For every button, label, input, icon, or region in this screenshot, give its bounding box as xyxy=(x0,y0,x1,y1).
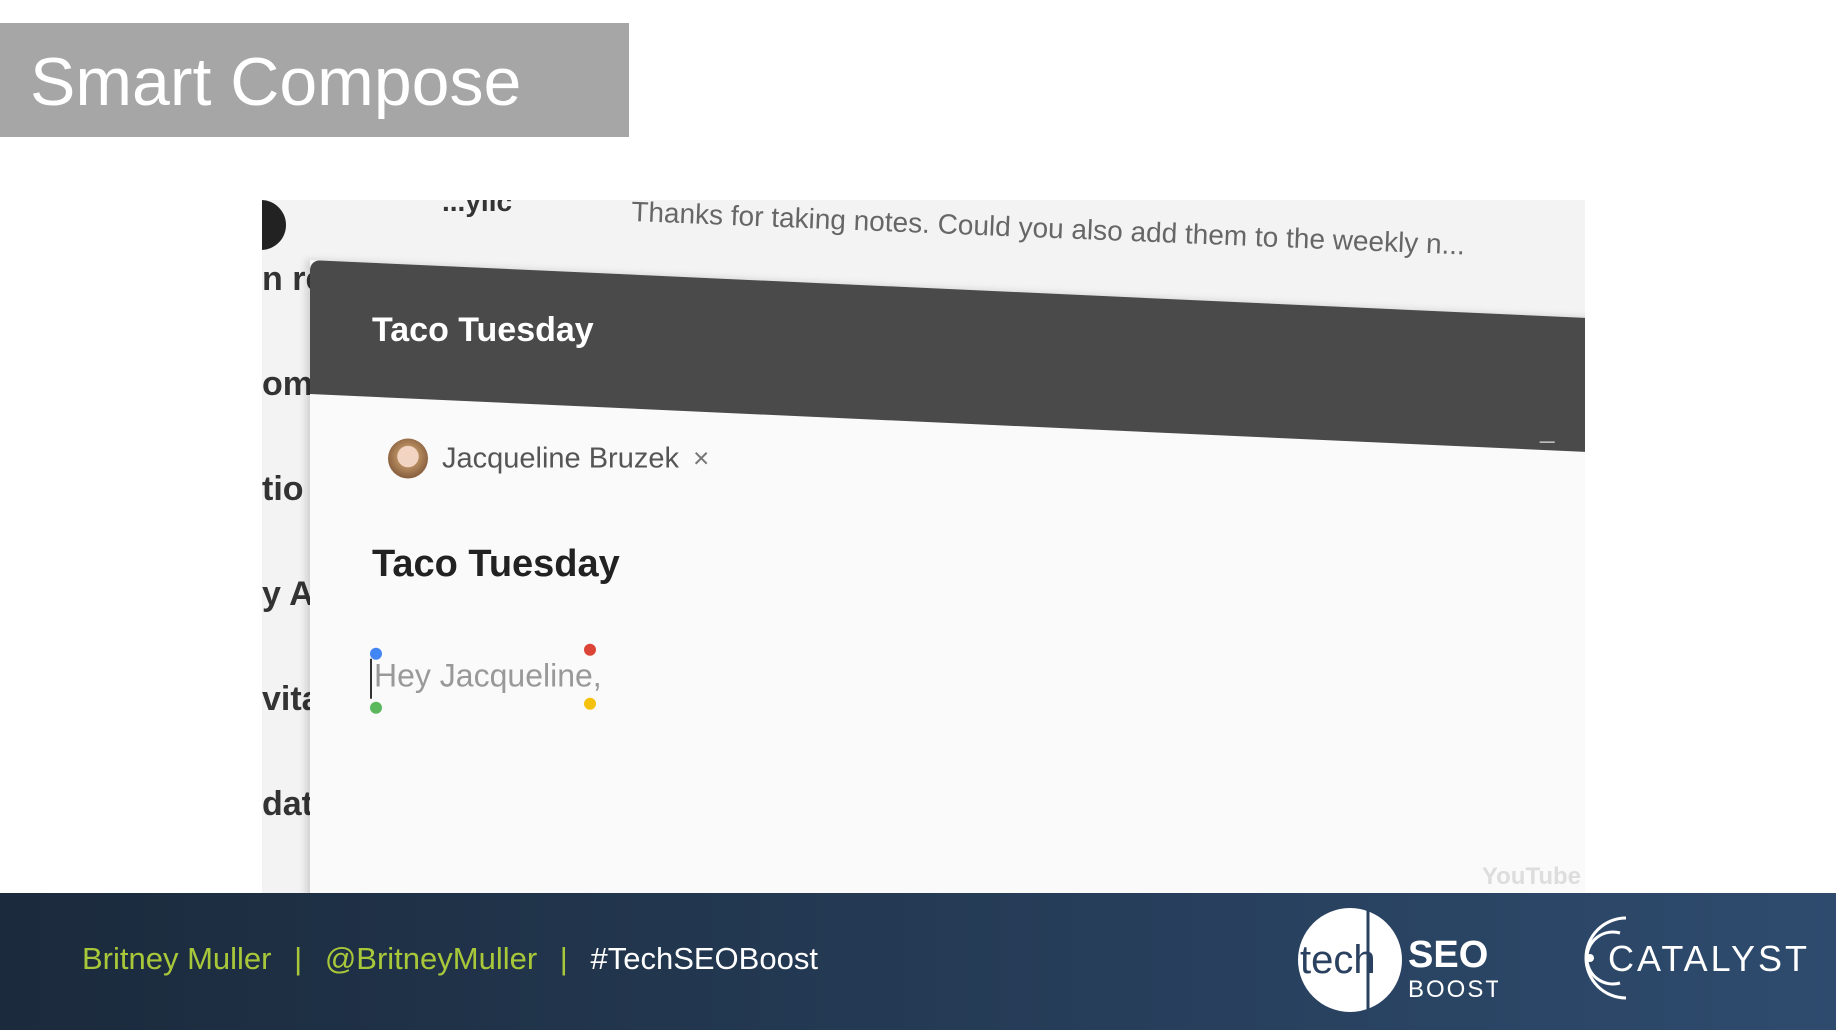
speaker-name: Britney Muller xyxy=(82,941,272,976)
speaker-credits: Britney Muller | @BritneyMuller | #TechS… xyxy=(82,941,818,977)
recipient-name: Jacqueline Bruzek xyxy=(442,442,679,475)
minimize-icon[interactable]: _ xyxy=(1540,414,1554,445)
footer-bar: Britney Muller | @BritneyMuller | #TechS… xyxy=(0,893,1836,1030)
yellow-dot xyxy=(584,697,596,710)
compose-window: Taco Tuesday _ ⛶ Jacqueline Bruzek × Tac… xyxy=(310,260,1585,893)
recipient-chip[interactable]: Jacqueline Bruzek × xyxy=(388,438,709,479)
slide-title-box: Smart Compose xyxy=(0,23,629,137)
separator: | xyxy=(294,941,303,976)
gmail-screenshot: ...ylic Thanks for taking notes. Could y… xyxy=(262,200,1585,893)
inbox-preview: Thanks for taking notes. Could you also … xyxy=(630,200,1466,261)
subject-field[interactable]: Taco Tuesday xyxy=(372,543,620,586)
inbox-sender: ...ylic xyxy=(442,200,513,217)
smart-compose-suggestion: Hey Jacqueline, xyxy=(374,657,602,694)
svg-text:tech: tech xyxy=(1300,938,1376,982)
youtube-watermark: YouTube xyxy=(1481,863,1581,890)
avatar-fragment xyxy=(262,200,286,250)
slide-title: Smart Compose xyxy=(30,44,522,120)
text-cursor xyxy=(370,658,372,699)
catalyst-logo: CATALYST xyxy=(1584,916,1808,1000)
green-dot xyxy=(370,701,382,714)
red-dot xyxy=(584,643,596,656)
svg-text:BOOST: BOOST xyxy=(1408,976,1498,1003)
body-field[interactable]: Hey Jacqueline, xyxy=(370,643,602,714)
close-icon[interactable]: × xyxy=(693,443,709,475)
separator: | xyxy=(559,941,568,976)
compose-header xyxy=(310,260,1585,458)
hashtag: #TechSEOBoost xyxy=(590,941,818,976)
side-fragment: dat xyxy=(262,785,313,823)
svg-text:SEO: SEO xyxy=(1408,934,1488,976)
side-fragment: tio xyxy=(262,470,304,508)
svg-text:CATALYST: CATALYST xyxy=(1608,938,1808,979)
compose-window-title: Taco Tuesday xyxy=(372,310,594,349)
side-fragment: om xyxy=(262,365,313,403)
techseo-boost-logo: tech SEO BOOST xyxy=(1298,908,1498,1012)
speaker-handle: @BritneyMuller xyxy=(324,941,538,976)
avatar xyxy=(388,438,428,479)
blue-dot xyxy=(370,647,382,660)
